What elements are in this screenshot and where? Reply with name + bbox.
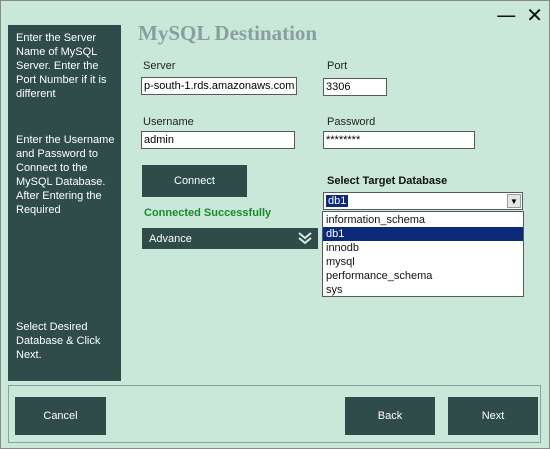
database-option[interactable]: mysql: [323, 255, 523, 269]
port-input[interactable]: 3306: [323, 78, 387, 96]
connect-button-label: Connect: [174, 175, 215, 187]
help-text-server: Enter the Server Name of MySQL Server. E…: [16, 32, 107, 100]
server-label: Server: [143, 60, 176, 72]
advance-toggle[interactable]: Advance: [142, 228, 318, 249]
mysql-destination-window: — ✕ Enter the Server Name of MySQL Serve…: [0, 0, 550, 449]
target-database-label: Select Target Database: [327, 175, 448, 187]
username-input[interactable]: admin: [141, 131, 295, 149]
target-database-select[interactable]: db1 ▼: [323, 192, 523, 210]
minimize-icon[interactable]: —: [496, 5, 516, 25]
next-button[interactable]: Next: [448, 397, 538, 435]
back-button[interactable]: Back: [345, 397, 435, 435]
cancel-button[interactable]: Cancel: [15, 397, 106, 435]
database-option[interactable]: sys: [323, 283, 523, 297]
advance-label: Advance: [149, 232, 192, 245]
page-title: MySQL Destination: [138, 21, 318, 45]
close-icon[interactable]: ✕: [526, 5, 543, 25]
connect-button[interactable]: Connect: [142, 165, 247, 197]
server-input[interactable]: p-south-1.rds.amazonaws.com: [141, 77, 297, 95]
help-text-credentials: Enter the Username and Password to Conne…: [16, 134, 115, 216]
footer-bar: Cancel Back Next: [8, 385, 541, 443]
window-controls: — ✕: [496, 5, 543, 25]
password-input[interactable]: ********: [323, 131, 475, 149]
cancel-button-label: Cancel: [43, 410, 78, 422]
back-button-label: Back: [377, 410, 403, 422]
database-option[interactable]: information_schema: [323, 213, 523, 227]
username-label: Username: [143, 116, 194, 128]
port-label: Port: [327, 60, 348, 72]
help-sidebar: Enter the Server Name of MySQL Server. E…: [8, 25, 121, 381]
database-option-selected[interactable]: db1: [323, 227, 523, 241]
database-option[interactable]: performance_schema: [323, 269, 523, 283]
double-chevron-down-icon: [298, 232, 312, 245]
database-option[interactable]: innodb: [323, 241, 523, 255]
next-button-label: Next: [481, 410, 505, 422]
connection-status: Connected Successfully: [144, 207, 272, 219]
help-text-select-database: Select Desired Database & Click Next.: [16, 321, 101, 361]
target-database-selected: db1: [326, 195, 349, 207]
password-label: Password: [327, 116, 376, 128]
target-database-dropdown: information_schema db1 innodb mysql perf…: [322, 211, 524, 297]
dropdown-arrow-icon[interactable]: ▼: [507, 194, 521, 208]
